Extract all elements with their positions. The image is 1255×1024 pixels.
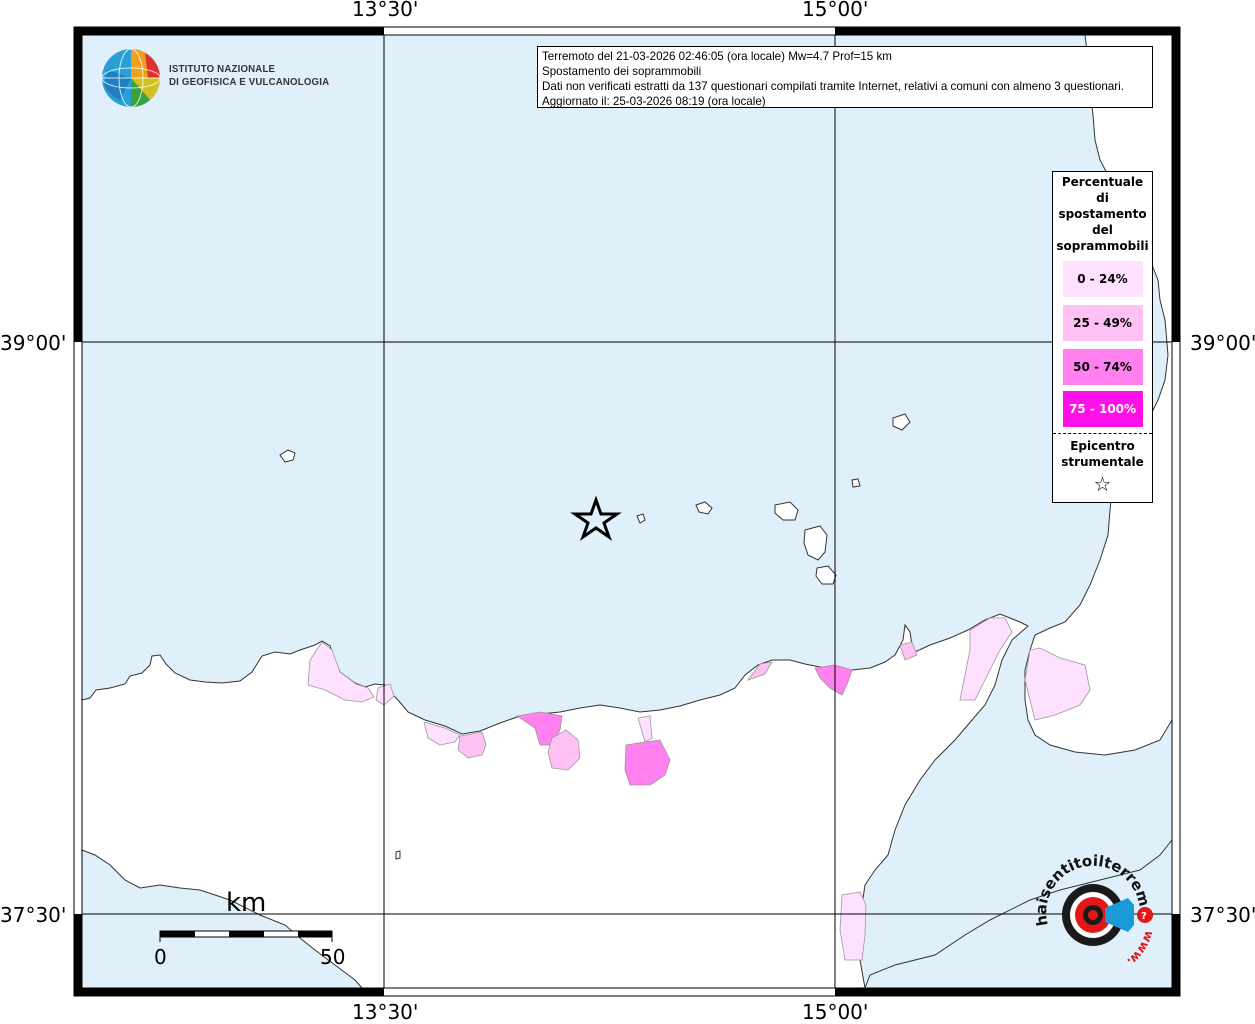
municipality-area <box>839 891 867 961</box>
legend-label: 75 - 100% <box>1068 402 1137 416</box>
legend: Percentuale di spostamento del soprammob… <box>1052 171 1153 503</box>
legend-divider <box>1053 433 1152 434</box>
ingv-logo-icon <box>101 48 161 108</box>
legend-swatch-75-100: 75 - 100% <box>1062 391 1143 427</box>
event-info-box: Terremoto del 21-03-2026 02:46:05 (ora l… <box>537 46 1153 108</box>
map-canvas: ? haisentitoilterremoto.it www. <box>0 0 1181 997</box>
legend-epicenter-label: Epicentro strumentale <box>1061 439 1144 469</box>
right-tick-2: 37°30' <box>1190 903 1255 927</box>
panarea-island <box>851 478 861 488</box>
update-time: Aggiornato il: 25-03-2026 08:19 (ora loc… <box>542 95 766 108</box>
legend-label: 25 - 49% <box>1073 316 1132 330</box>
legend-epicenter-star-icon: ☆ <box>1093 472 1112 496</box>
scale-end: 50 <box>320 945 346 969</box>
scale-unit: km <box>226 888 267 918</box>
legend-swatch-25-49: 25 - 49% <box>1062 305 1143 341</box>
svg-text:?: ? <box>1141 911 1147 922</box>
left-tick-2: 37°30' <box>0 903 67 927</box>
ingv-logo-text: ISTITUTO NAZIONALE DI GEOFISICA E VULCAN… <box>169 63 329 89</box>
bottom-tick-1: 13°30' <box>352 1000 419 1024</box>
scale-start: 0 <box>154 945 167 969</box>
legend-label: 0 - 24% <box>1077 272 1128 286</box>
legend-swatch-0-24: 0 - 24% <box>1062 261 1143 297</box>
logo-line-2: DI GEOFISICA E VULCANOLOGIA <box>169 76 330 88</box>
legend-swatch-50-74: 50 - 74% <box>1062 349 1143 385</box>
legend-label: 50 - 74% <box>1073 360 1132 374</box>
legend-title: Percentuale di spostamento del soprammob… <box>1056 175 1149 253</box>
logo-line-1: ISTITUTO NAZIONALE <box>169 63 276 75</box>
left-tick-1: 39°00' <box>0 331 67 355</box>
top-tick-2: 15°00' <box>802 0 869 21</box>
bottom-tick-2: 15°00' <box>802 1000 869 1024</box>
top-tick-1: 13°30' <box>352 0 419 21</box>
data-note: Dati non verificati estratti da 137 ques… <box>542 80 1124 93</box>
event-title: Terremoto del 21-03-2026 02:46:05 (ora l… <box>542 50 892 63</box>
map-subject: Spostamento dei soprammobili <box>542 65 702 78</box>
right-tick-1: 39°00' <box>1190 331 1255 355</box>
small-island <box>395 850 401 860</box>
